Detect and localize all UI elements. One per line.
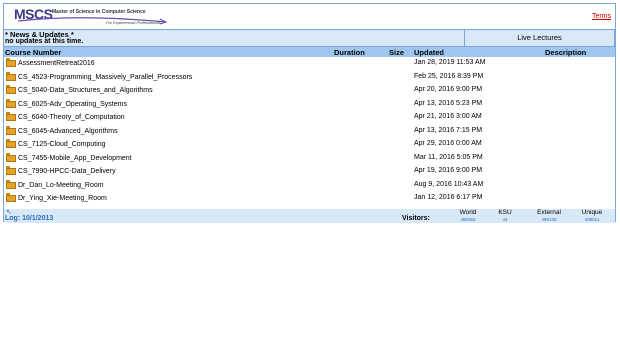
updated-date: Apr 13, 2016 5:23 PM [414,99,483,107]
logo-tagline: For Experienced Professionals [106,20,161,25]
updated-date: Aug 9, 2016 10:43 AM [414,180,484,188]
column-description[interactable]: Description [545,48,586,57]
stat-unique: Unique 438011 [576,209,608,222]
folder-icon [6,139,16,148]
terms-link[interactable]: Terms [592,13,611,20]
course-name[interactable]: CS_6045-Advanced_Algorithms [18,128,118,135]
column-size[interactable]: Size [389,48,404,57]
visitors-label: Visitors: [402,215,430,222]
folder-icon [6,112,16,121]
list-item[interactable]: CS_6040-Theory_of_Computation Apr 21, 201… [4,112,615,125]
updated-date: Mar 11, 2016 5:05 PM [414,153,483,161]
course-name[interactable]: Dr_Dan_Lo-Meeting_Room [18,182,104,189]
header: MSCS Master of Science in Computer Scien… [4,4,615,29]
updated-date: Apr 19, 2016 9:00 PM [414,167,483,174]
folder-icon [6,98,16,108]
updated-date: Apr 29, 2016 0:00 AM [414,140,482,147]
footer: ↖ Log: 10/1/2013 Visitors: World 480362 … [4,209,615,223]
stat-label: External [537,209,561,216]
stat-value: 44 [502,217,508,222]
updated-date: Feb 25, 2016 8:39 PM [414,72,484,80]
stat-value: 480362 [460,217,476,222]
stat-label: KSU [498,209,512,216]
list-item[interactable]: CS_6025-Adv_Operating_Systems Apr 13, 201… [4,98,615,112]
stat-ksu: KSU 44 [492,209,518,222]
stat-label: World [459,209,477,216]
stat-world: World 480362 [453,209,483,222]
folder-icon [6,58,16,67]
updated-date: Apr 21, 2016 3:00 AM [414,113,482,120]
updated-date: Apr 20, 2016 9:00 PM [414,86,483,93]
updated-date: Jan 28, 2019 11:53 AM [414,59,486,66]
course-name[interactable]: CS_5040-Data_Structures_and_Algorithms [18,87,153,94]
course-name[interactable]: CS_4523-Programming_Massively_Parallel_P… [18,74,192,81]
stat-label: Unique [581,209,603,216]
column-updated[interactable]: Updated [414,48,444,57]
course-name[interactable]: Dr_Ying_Xie-Meeting_Room [18,195,107,202]
logo-subtitle: Master of Science in Computer Science [52,9,146,15]
course-name[interactable]: CS_7125-Cloud_Computing [18,141,106,148]
course-name[interactable]: CS_6040-Theory_of_Computation [18,114,125,121]
list-item[interactable]: CS_7455-Mobile_App_Development Mar 11, 20… [4,152,615,166]
list-item[interactable]: Dr_Dan_Lo-Meeting_Room Aug 9, 2016 10:43 … [4,179,615,193]
updated-date: Apr 13, 2016 7:15 PM [414,126,483,134]
live-lectures-button[interactable]: Live Lectures [464,29,615,47]
list-item[interactable]: CS_7125-Cloud_Computing Apr 29, 2016 0:00… [4,139,615,152]
folder-icon [6,179,16,189]
list-item[interactable]: CS_5040-Data_Structures_and_Algorithms Ap… [4,85,615,98]
stat-external: External 480130 [531,209,567,222]
folder-icon [6,71,16,81]
list-item[interactable]: AssessmentRetreat2016 Jan 28, 2019 11:53 … [4,58,615,71]
column-course-number[interactable]: Course Number [5,48,61,57]
list-item[interactable]: Dr_Ying_Xie-Meeting_Room Jan 12, 2016 6:1… [4,193,615,206]
course-name[interactable]: CS_6025-Adv_Operating_Systems [18,101,127,108]
news-body: no updates at this time. [5,38,84,45]
folder-icon [6,152,16,162]
list-item[interactable]: CS_7990-HPCC-Data_Delivery Apr 19, 2016 9… [4,166,615,179]
course-name[interactable]: AssessmentRetreat2016 [18,60,95,67]
news-panel: * News & Updates * no updates at this ti… [4,29,464,47]
folder-icon [6,85,16,94]
stat-value: 480130 [541,217,557,222]
mscs-logo: MSCS Master of Science in Computer Scien… [14,6,174,28]
course-name[interactable]: CS_7990-HPCC-Data_Delivery [18,168,116,175]
stat-value: 438011 [584,217,600,222]
column-duration[interactable]: Duration [334,48,365,57]
folder-icon [6,125,16,135]
log-link[interactable]: Log: 10/1/2013 [5,215,53,222]
folder-icon [6,166,16,175]
list-item[interactable]: CS_6045-Advanced_Algorithms Apr 13, 2016 … [4,125,615,139]
main-frame: MSCS Master of Science in Computer Scien… [3,3,616,223]
column-header-row: Course Number Duration Size Updated Desc… [4,47,615,57]
folder-icon [6,193,16,202]
course-name[interactable]: CS_7455-Mobile_App_Development [18,155,132,162]
updated-date: Jan 12, 2016 6:17 PM [414,194,483,201]
list-item[interactable]: CS_4523-Programming_Massively_Parallel_P… [4,71,615,85]
